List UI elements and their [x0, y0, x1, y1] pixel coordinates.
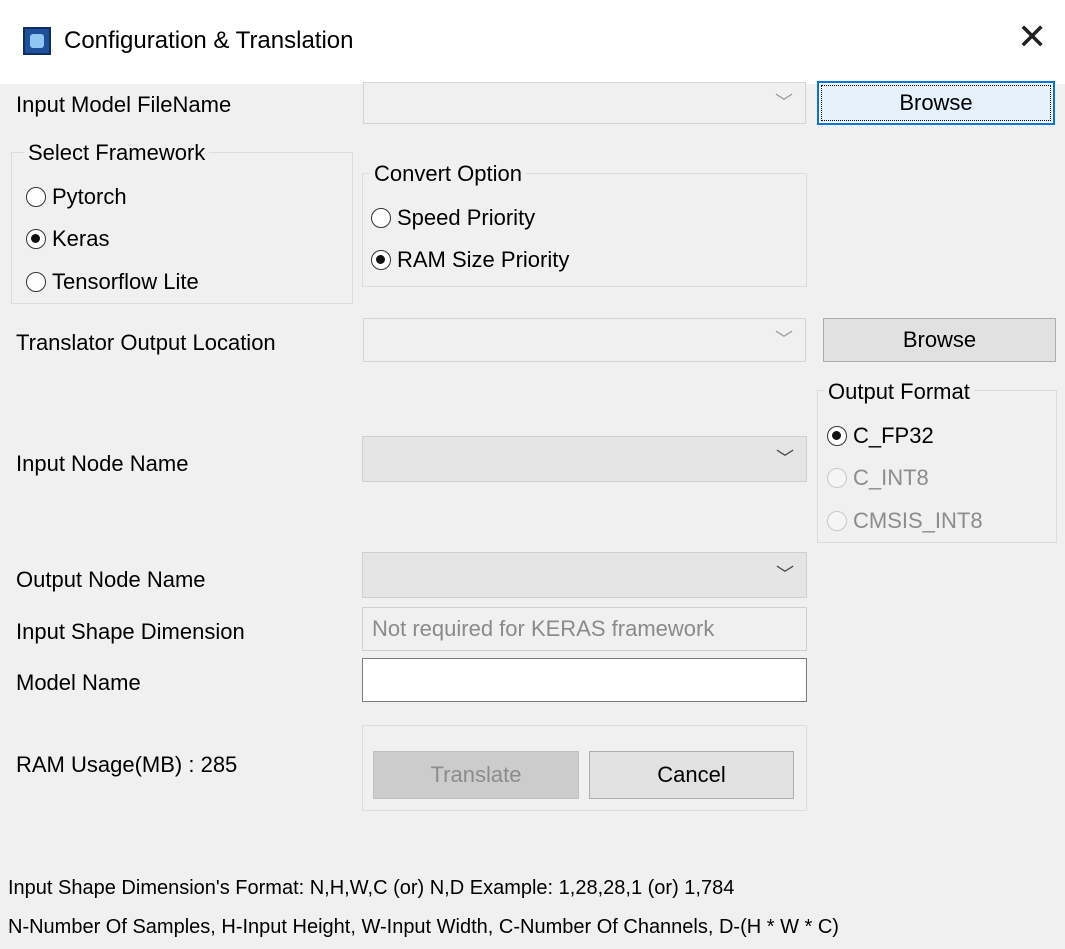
- input-node-label: Input Node Name: [16, 451, 189, 476]
- input-shape-label: Input Shape Dimension: [16, 619, 245, 644]
- radio-c-fp32[interactable]: C_FP32: [827, 423, 934, 449]
- output-location-label: Translator Output Location: [16, 330, 276, 355]
- radio-button-icon[interactable]: [26, 187, 46, 207]
- output-node-combo[interactable]: ﹀: [362, 552, 807, 598]
- radio-keras[interactable]: Keras: [26, 226, 109, 252]
- model-name-input[interactable]: [362, 658, 807, 702]
- radio-speed-priority[interactable]: Speed Priority: [371, 205, 535, 231]
- output-format-legend: Output Format: [824, 379, 974, 405]
- radio-button-icon[interactable]: [26, 272, 46, 292]
- convert-legend: Convert Option: [370, 161, 526, 187]
- chevron-down-icon: ﹀: [775, 92, 793, 113]
- framework-legend: Select Framework: [24, 140, 210, 166]
- radio-button-icon[interactable]: [371, 208, 391, 228]
- output-node-label: Output Node Name: [16, 567, 206, 592]
- radio-cmsis-int8: CMSIS_INT8: [827, 508, 983, 534]
- chevron-down-icon: ﹀: [775, 329, 793, 350]
- input-model-combo[interactable]: ﹀: [363, 82, 806, 124]
- radio-button-icon[interactable]: [827, 426, 847, 446]
- window-title: Configuration & Translation: [64, 27, 354, 54]
- translate-button: Translate: [373, 751, 579, 799]
- radio-button-icon: [827, 511, 847, 531]
- format-legend-text: N-Number Of Samples, H-Input Height, W-I…: [8, 916, 839, 938]
- browse-model-button[interactable]: Browse: [817, 81, 1055, 125]
- radio-button-icon[interactable]: [26, 229, 46, 249]
- chevron-down-icon: ﹀: [776, 448, 794, 469]
- ram-usage-text: RAM Usage(MB) : 285: [16, 752, 238, 777]
- format-help-text: Input Shape Dimension's Format: N,H,W,C …: [8, 877, 735, 899]
- radio-ram-size-priority[interactable]: RAM Size Priority: [371, 247, 569, 273]
- radio-c-int8: C_INT8: [827, 465, 929, 491]
- chevron-down-icon: ﹀: [776, 564, 794, 585]
- radio-pytorch[interactable]: Pytorch: [26, 184, 127, 210]
- radio-button-icon[interactable]: [371, 250, 391, 270]
- app-icon: [23, 27, 51, 55]
- browse-output-button[interactable]: Browse: [823, 318, 1056, 362]
- radio-button-icon: [827, 468, 847, 488]
- radio-tensorflow-lite[interactable]: Tensorflow Lite: [26, 269, 199, 295]
- model-name-label: Model Name: [16, 670, 141, 695]
- cancel-button[interactable]: Cancel: [589, 751, 794, 799]
- output-location-combo[interactable]: ﹀: [363, 318, 806, 362]
- input-model-label: Input Model FileName: [16, 92, 232, 117]
- input-shape-field: Not required for KERAS framework: [362, 607, 807, 651]
- close-icon[interactable]: ✕: [1017, 19, 1047, 55]
- input-node-combo[interactable]: ﹀: [362, 436, 807, 482]
